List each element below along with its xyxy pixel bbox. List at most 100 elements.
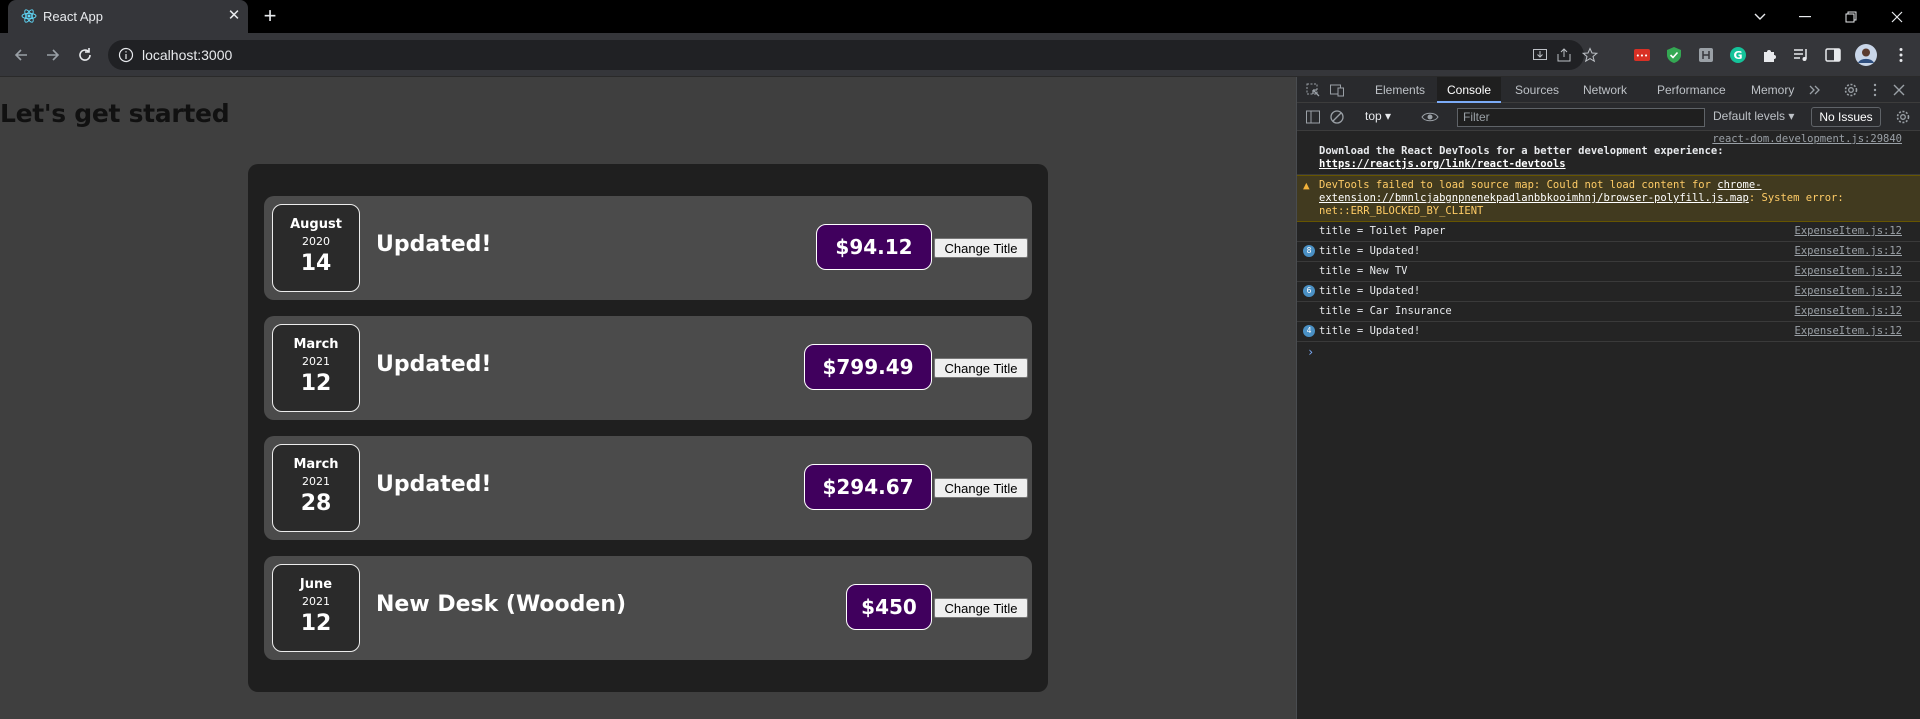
browser-tab-strip: React App ✕ + xyxy=(0,0,1920,33)
svg-text:•••: ••• xyxy=(1636,52,1648,60)
expense-date: March 2021 28 xyxy=(272,444,360,532)
extension-grey-icon[interactable] xyxy=(1697,46,1715,64)
change-title-button[interactable]: Change Title xyxy=(934,598,1028,618)
change-title-button[interactable]: Change Title xyxy=(934,478,1028,498)
log-source-link[interactable]: ExpenseItem.js:12 xyxy=(1795,305,1902,317)
expense-item: March 2021 12 Updated! $799.49 Change Ti… xyxy=(264,316,1032,420)
log-source-link[interactable]: ExpenseItem.js:12 xyxy=(1795,265,1902,277)
minimize-icon[interactable] xyxy=(1782,0,1828,33)
expense-title: Updated! xyxy=(376,352,492,377)
expenses-card: August 2020 14 Updated! $94.12 Change Ti… xyxy=(248,164,1048,692)
browser-tab[interactable]: React App ✕ xyxy=(8,0,248,33)
expense-date-day: 12 xyxy=(300,611,332,636)
new-tab-button[interactable]: + xyxy=(258,5,282,29)
expense-price: $94.12 xyxy=(816,224,932,270)
reload-icon[interactable] xyxy=(73,43,97,67)
react-icon xyxy=(21,9,37,23)
bookmark-star-icon[interactable] xyxy=(1582,47,1598,63)
expense-item: June 2021 12 New Desk (Wooden) $450 Chan… xyxy=(264,556,1032,660)
shield-extension-icon[interactable] xyxy=(1665,46,1683,64)
expense-date-year: 2021 xyxy=(302,355,330,368)
expense-date: August 2020 14 xyxy=(272,204,360,292)
tab-console[interactable]: Console xyxy=(1437,77,1502,103)
console-log-row: title = Toilet Paper ExpenseItem.js:12 xyxy=(1297,222,1920,242)
page-heading: Let's get started xyxy=(0,99,230,128)
console-prompt[interactable]: › xyxy=(1297,342,1920,362)
settings-gear-icon[interactable] xyxy=(1843,82,1859,98)
expense-price: $450 xyxy=(846,584,932,630)
site-info-icon[interactable] xyxy=(118,47,134,63)
tab-network[interactable]: Network xyxy=(1573,77,1637,103)
tab-elements[interactable]: Elements xyxy=(1365,77,1435,103)
tab-title: React App xyxy=(43,9,103,24)
forward-icon[interactable] xyxy=(41,43,65,67)
tab-close-icon[interactable]: ✕ xyxy=(226,8,242,24)
change-title-button[interactable]: Change Title xyxy=(934,358,1028,378)
expense-date-day: 12 xyxy=(300,371,332,396)
install-icon[interactable] xyxy=(1532,47,1548,63)
clear-console-icon[interactable] xyxy=(1329,109,1345,125)
inspect-element-icon[interactable] xyxy=(1305,82,1321,98)
log-source-link[interactable]: ExpenseItem.js:12 xyxy=(1795,245,1902,257)
console-log-row: 6 title = Updated! ExpenseItem.js:12 xyxy=(1297,282,1920,302)
restore-icon[interactable] xyxy=(1828,0,1874,33)
expense-item: August 2020 14 Updated! $94.12 Change Ti… xyxy=(264,196,1032,300)
expense-price: $799.49 xyxy=(804,344,932,390)
change-title-button[interactable]: Change Title xyxy=(934,238,1028,258)
message-text: Download the React DevTools for a better… xyxy=(1319,145,1724,157)
log-source-link[interactable]: ExpenseItem.js:12 xyxy=(1795,285,1902,297)
console-settings-icon[interactable] xyxy=(1895,109,1911,125)
expense-date-day: 14 xyxy=(300,251,332,276)
devtools-menu-icon[interactable] xyxy=(1867,82,1883,98)
close-window-icon[interactable] xyxy=(1874,0,1920,33)
expense-date-month: August xyxy=(290,217,342,232)
warning-icon: ▲ xyxy=(1303,179,1310,192)
device-toolbar-icon[interactable] xyxy=(1329,82,1345,98)
expense-date-year: 2021 xyxy=(302,475,330,488)
log-levels-label: Default levels xyxy=(1713,109,1786,123)
console-warning: ▲ DevTools failed to load source map: Co… xyxy=(1297,175,1920,222)
tab-search-icon[interactable] xyxy=(1737,0,1783,33)
expense-item: March 2021 28 Updated! $294.67 Change Ti… xyxy=(264,436,1032,540)
issues-button[interactable]: No Issues xyxy=(1811,107,1881,127)
devtools-panel: Elements Console Sources Network Perform… xyxy=(1296,77,1920,719)
expense-date-month: March xyxy=(293,457,339,472)
browser-toolbar: localhost:3000 ••• G xyxy=(0,33,1920,77)
grammarly-icon[interactable]: G xyxy=(1729,46,1747,64)
repeat-count-badge: 4 xyxy=(1303,325,1315,337)
repeat-count-badge: 6 xyxy=(1303,285,1315,297)
address-bar[interactable]: localhost:3000 xyxy=(108,40,1598,70)
log-source-link[interactable]: ExpenseItem.js:12 xyxy=(1795,325,1902,337)
sidebar-toggle-icon[interactable] xyxy=(1305,109,1321,125)
message-source-link[interactable]: react-dom.development.js:29840 xyxy=(1297,131,1920,145)
tab-memory[interactable]: Memory xyxy=(1741,77,1804,103)
log-source-link[interactable]: ExpenseItem.js:12 xyxy=(1795,225,1902,237)
media-control-icon[interactable] xyxy=(1792,46,1810,64)
console-log-row: title = Car Insurance ExpenseItem.js:12 xyxy=(1297,302,1920,322)
side-panel-icon[interactable] xyxy=(1824,46,1842,64)
console-log-row: 4 title = Updated! ExpenseItem.js:12 xyxy=(1297,322,1920,342)
console-output: react-dom.development.js:29840 Download … xyxy=(1297,131,1920,362)
expense-date-day: 28 xyxy=(300,491,332,516)
expense-date-month: June xyxy=(299,577,333,592)
extensions-puzzle-icon[interactable] xyxy=(1761,46,1779,64)
devtools-tab-bar: Elements Console Sources Network Perform… xyxy=(1297,77,1920,103)
chrome-menu-icon[interactable] xyxy=(1892,46,1910,64)
console-filter-input[interactable]: Filter xyxy=(1457,108,1705,127)
react-devtools-link[interactable]: https://reactjs.org/link/react-devtools xyxy=(1319,158,1566,170)
share-icon[interactable] xyxy=(1556,47,1572,63)
extension-red-icon[interactable]: ••• xyxy=(1633,46,1651,64)
expense-price: $294.67 xyxy=(804,464,932,510)
log-levels-dropdown[interactable]: Default levels ▾ xyxy=(1713,109,1794,123)
tab-performance[interactable]: Performance xyxy=(1647,77,1736,103)
live-expression-eye-icon[interactable] xyxy=(1421,109,1439,125)
back-icon[interactable] xyxy=(9,43,33,67)
warning-text: DevTools failed to load source map: Coul… xyxy=(1319,179,1718,191)
context-label: top xyxy=(1365,109,1382,123)
more-tabs-icon[interactable] xyxy=(1807,82,1823,98)
close-devtools-icon[interactable] xyxy=(1891,82,1907,98)
expense-title: New Desk (Wooden) xyxy=(376,592,627,617)
profile-avatar-icon[interactable] xyxy=(1855,44,1877,66)
tab-sources[interactable]: Sources xyxy=(1505,77,1569,103)
context-selector[interactable]: top ▾ xyxy=(1365,109,1391,123)
